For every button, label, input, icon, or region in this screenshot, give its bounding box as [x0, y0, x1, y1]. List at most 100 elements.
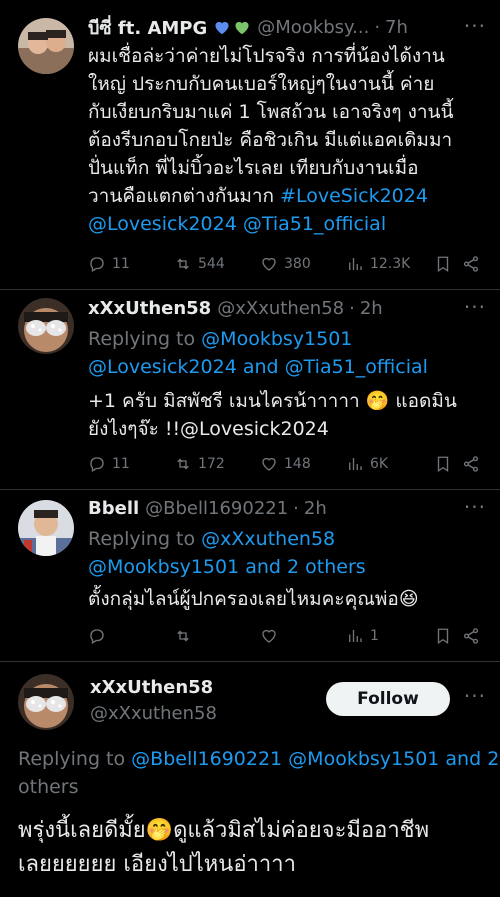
main-reply-info: Replying to @Bbell1690221 @Mookbsy1501 a… — [18, 745, 499, 801]
bookmark-icon — [437, 456, 449, 473]
mention-link[interactable]: @Bbell1690221 @Mookbsy1501 and 2 — [131, 748, 499, 770]
more-options-icon[interactable]: ··· — [464, 14, 486, 38]
author-name[interactable]: Bbell — [88, 498, 139, 519]
share-icon — [463, 456, 479, 472]
avatar-xxxuthen58[interactable] — [18, 298, 74, 354]
retweet-icon — [177, 630, 189, 642]
text-line: ตั้งกลุ่มไลน์ผู้ปกครองเลยไหมคะคุณพ่อ😆 — [88, 588, 419, 610]
author-handle[interactable]: @Bbell1690221 — [145, 498, 288, 519]
more-options-icon[interactable]: ··· — [464, 495, 486, 519]
text-line: เลยยยยยย เอียงไปไหนอ่าาาา — [18, 852, 296, 877]
view-count: 1 — [370, 628, 379, 644]
reply-button[interactable] — [88, 627, 174, 645]
tweet-text: ตั้งกลุ่มไลน์ผู้ปกครองเลยไหมคะคุณพ่อ😆 — [88, 585, 486, 613]
author-handle[interactable]: @xXxuthen58 — [217, 298, 344, 319]
separator-dot: · — [374, 16, 381, 38]
like-count: 148 — [284, 456, 311, 472]
bookmark-button[interactable] — [434, 455, 462, 473]
text-line: กับเงียบกริบมาแค่ 1 โพสถ้วน เอาจริงๆ งาน… — [88, 101, 454, 123]
share-icon — [463, 256, 479, 272]
share-button[interactable] — [462, 627, 482, 645]
views-button[interactable]: 12.3K — [346, 255, 434, 273]
replying-prefix: Replying to — [18, 748, 126, 770]
text-line: ยังไงๆจ๊ะ !!@Lovesick2024 — [88, 418, 329, 440]
like-button[interactable]: 148 — [260, 455, 346, 473]
avatar-xxxuthen58[interactable] — [18, 674, 74, 730]
share-button[interactable] — [462, 455, 482, 473]
tweet-3[interactable]: Bbell @Bbell1690221 · 2h ··· Replying to… — [0, 490, 500, 662]
timestamp[interactable]: 7h — [385, 17, 408, 38]
bookmark-icon — [437, 256, 449, 273]
replying-to: Replying to @xXxuthen58 — [88, 525, 486, 553]
retweet-icon — [177, 258, 189, 270]
mention-link[interactable]: @xXxuthen58 — [201, 528, 335, 550]
reply-button[interactable]: 11 — [88, 255, 174, 273]
reply-icon — [90, 257, 104, 272]
replying-prefix: Replying to — [88, 528, 196, 550]
views-button[interactable]: 6K — [346, 455, 434, 473]
view-count: 6K — [370, 456, 389, 472]
timestamp[interactable]: 2h — [304, 498, 327, 519]
like-button[interactable]: 380 — [260, 255, 346, 273]
text-line: ปั่นแท็ก พี่ไม่บิ้วอะไรเลย เทียบกับงานเม… — [88, 157, 419, 179]
reply-icon — [90, 629, 104, 644]
timestamp[interactable]: 2h — [360, 298, 383, 319]
main-tweet-text: พรุ่งนี้เลยดีมั้ย🤭ดูแล้วมิสไม่ค่อยจะมีออ… — [18, 814, 492, 882]
mention-link[interactable]: @Lovesick2024 — [88, 356, 237, 378]
tweet-1[interactable]: บีซี่ ft. AMPG @Mookbsy... · 7h ··· ผมเช… — [0, 0, 500, 290]
mention-link[interactable]: @Mookbsy1501 and 2 others — [88, 556, 366, 578]
more-options-icon[interactable]: ··· — [464, 295, 486, 319]
reply-button[interactable]: 11 — [88, 455, 174, 473]
tweet-2[interactable]: xXxUthen58 @xXxuthen58 · 2h ··· Replying… — [0, 290, 500, 490]
bookmark-button[interactable] — [434, 255, 462, 273]
like-button[interactable] — [260, 627, 346, 645]
retweet-count: 544 — [198, 256, 225, 272]
share-icon — [463, 628, 479, 644]
reply-icon — [90, 457, 104, 472]
mention-link[interactable]: @Lovesick2024 — [88, 213, 237, 235]
replying-to-cont: @Mookbsy1501 and 2 others — [88, 553, 486, 581]
share-button[interactable] — [462, 255, 482, 273]
more-options-icon[interactable]: ··· — [464, 684, 486, 708]
bookmark-icon — [437, 628, 449, 645]
replying-and: and — [242, 356, 279, 378]
blue-heart-icon — [215, 21, 229, 35]
action-bar: 11 544 380 12.3K — [88, 252, 486, 276]
author-name[interactable]: xXxUthen58 — [88, 298, 211, 319]
text-line: ผมเชื่อล่ะว่าค่ายไม่โปรจริง การที่น้องได… — [88, 45, 445, 67]
mention-link[interactable]: @Tia51_official — [285, 356, 428, 378]
author-name[interactable]: xXxUthen58 — [90, 676, 217, 700]
replying-to: Replying to @Bbell1690221 @Mookbsy1501 a… — [18, 745, 499, 773]
action-bar: 1 — [88, 624, 486, 648]
replying-to-cont: @Lovesick2024 and @Tia51_official — [88, 353, 486, 381]
retweet-button[interactable] — [174, 627, 260, 645]
analytics-icon — [349, 630, 362, 642]
mention-link[interactable]: @Tia51_official — [243, 213, 386, 235]
bookmark-button[interactable] — [434, 627, 462, 645]
follow-button[interactable]: Follow — [326, 682, 450, 716]
text-line: วานคือแตกต่างกันมาก — [88, 185, 275, 207]
retweet-button[interactable]: 172 — [174, 455, 260, 473]
separator-dot: · — [349, 297, 355, 319]
author-handle[interactable]: @xXxuthen58 — [90, 700, 217, 728]
retweet-count: 172 — [198, 456, 225, 472]
tweet-text: +1 ครับ มิสพัชรี เมนไครน้าาาาา 🤭 แอดมิน … — [88, 387, 486, 443]
reply-count: 11 — [112, 256, 130, 272]
mention-link[interactable]: @Mookbsy1501 — [201, 328, 352, 350]
heart-icon — [262, 457, 276, 471]
author-name[interactable]: บีซี่ ft. AMPG — [88, 14, 207, 40]
avatar-mookbsy[interactable] — [18, 18, 74, 74]
replying-to: Replying to @Mookbsy1501 — [88, 325, 486, 353]
text-line: +1 ครับ มิสพัชรี เมนไครน้าาาาา 🤭 แอดมิน — [88, 390, 457, 412]
analytics-icon — [349, 258, 362, 270]
author-handle[interactable]: @Mookbsy... — [257, 17, 369, 38]
green-heart-icon — [235, 21, 249, 35]
analytics-icon — [349, 458, 362, 470]
views-button[interactable]: 1 — [346, 627, 434, 645]
like-count: 380 — [284, 256, 311, 272]
replying-tail[interactable]: others — [18, 773, 492, 801]
hashtag-link[interactable]: #LoveSick2024 — [280, 185, 428, 207]
avatar-bbell[interactable] — [18, 500, 74, 556]
retweet-button[interactable]: 544 — [174, 255, 260, 273]
retweet-icon — [177, 458, 189, 470]
